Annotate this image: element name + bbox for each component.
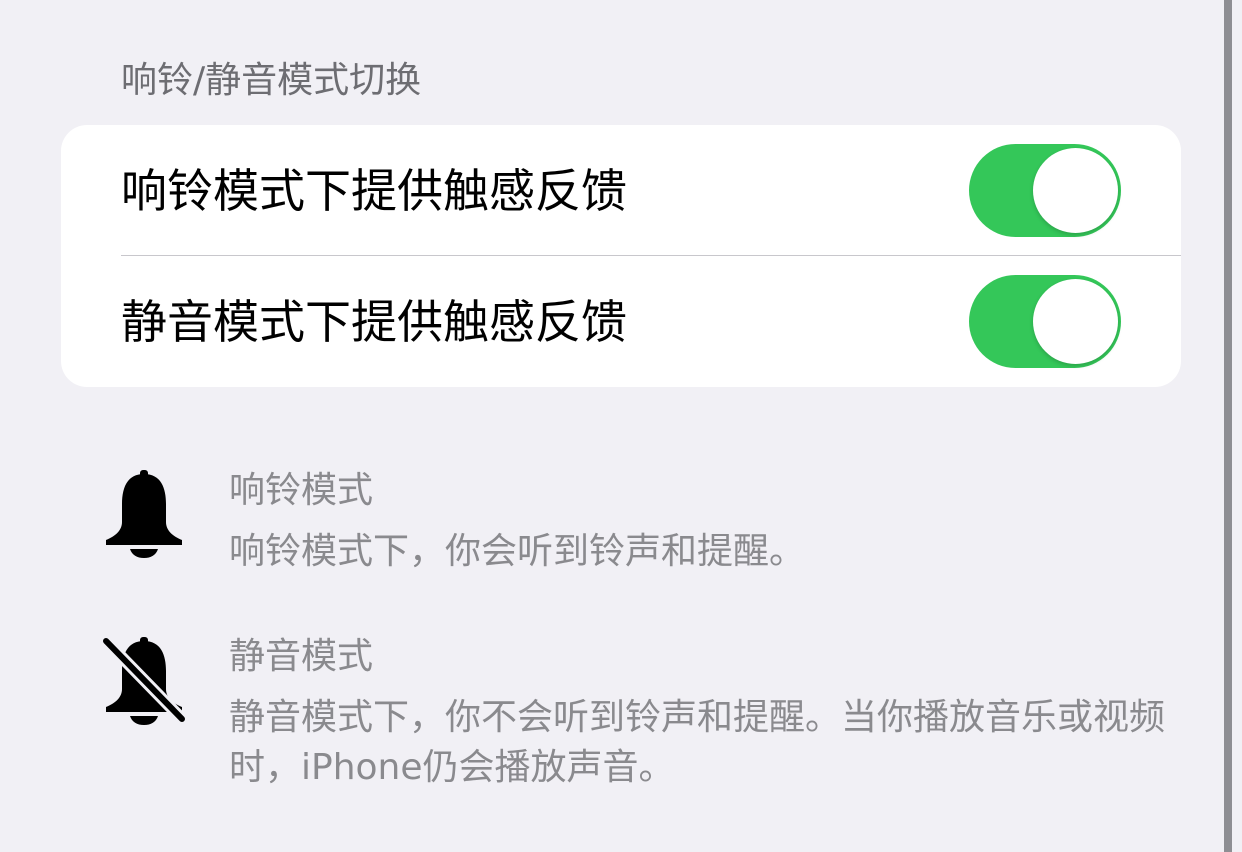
toggle-knob [1033,279,1118,364]
scrollbar-edge [1224,0,1232,852]
silent-mode-description: 静音模式下，你不会听到铃声和提醒。当你播放音乐或视频时，iPhone仍会播放声音… [229,697,1166,788]
bell-icon [100,468,188,560]
silent-haptics-label: 静音模式下提供触感反馈 [121,295,627,349]
silent-haptics-toggle[interactable] [969,275,1121,368]
toggle-knob [1033,148,1118,233]
haptics-settings-card: 响铃模式下提供触感反馈 静音模式下提供触感反馈 [61,125,1181,387]
ring-haptics-label: 响铃模式下提供触感反馈 [121,164,627,218]
ring-haptics-row[interactable]: 响铃模式下提供触感反馈 [61,125,1181,256]
section-header: 响铃/静音模式切换 [121,60,422,101]
silent-haptics-row[interactable]: 静音模式下提供触感反馈 [61,256,1181,387]
ring-haptics-toggle[interactable] [969,144,1121,237]
bell-slash-icon [100,635,188,727]
silent-mode-title: 静音模式 [229,636,374,677]
ring-mode-description: 响铃模式下，你会听到铃声和提醒。 [229,531,806,572]
ring-mode-title: 响铃模式 [229,470,374,511]
